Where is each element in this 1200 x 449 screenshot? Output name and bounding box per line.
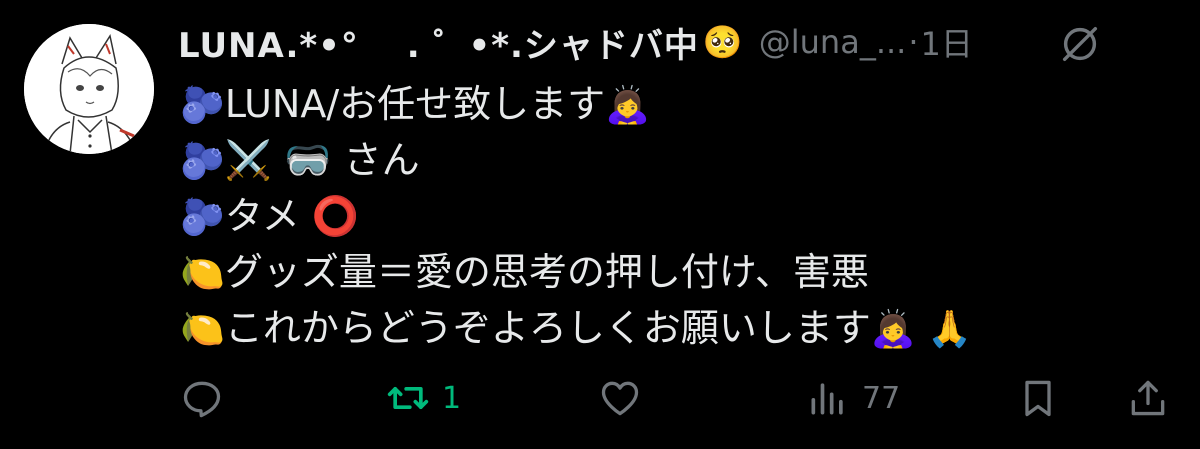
- lemon-emoji: 🍋: [180, 253, 225, 294]
- blueberry-emoji: 🫐: [180, 141, 225, 182]
- avatar[interactable]: [24, 24, 154, 154]
- like-button[interactable]: [598, 366, 654, 430]
- views-button[interactable]: 77: [806, 366, 900, 430]
- lemon-emoji: 🍋: [180, 309, 225, 350]
- avatar-illustration: [24, 24, 154, 154]
- bowing-pray-emoji: 🙇‍♀️ 🙏: [870, 309, 972, 350]
- bookmark-icon: [1025, 380, 1051, 417]
- share-icon: [1131, 380, 1165, 416]
- action-bar: 1 77: [0, 366, 1200, 430]
- retweet-icon: [387, 387, 429, 409]
- post-line-text: ⚔️ 🥽 さん: [224, 138, 420, 182]
- post-time[interactable]: 1日: [921, 19, 973, 65]
- post-line-text: これからどうぞよろしくお願いします: [224, 306, 871, 350]
- grok-button[interactable]: [1052, 16, 1108, 72]
- display-name-emoji: 🥺: [702, 23, 743, 61]
- blueberry-emoji: 🫐: [180, 197, 225, 238]
- post-body: 🫐LUNA/お任せ致します🙇‍♀️ 🫐⚔️ 🥽 さん 🫐タメ ⭕ 🍋グッズ量＝愛…: [180, 76, 1180, 356]
- retweet-count: 1: [442, 380, 462, 416]
- views-icon: [811, 383, 843, 415]
- post: LUNA.*•° . ゜•*.シャドバ中 🥺 @luna_... · 1日 🫐L…: [0, 0, 1200, 449]
- post-line-2: 🫐⚔️ 🥽 さん: [180, 132, 1180, 188]
- retweet-button[interactable]: 1: [386, 366, 461, 430]
- user-handle[interactable]: @luna_...: [759, 23, 907, 61]
- separator-dot: ·: [908, 23, 919, 61]
- post-line-text: LUNA/お任せ致します: [224, 82, 606, 126]
- bowing-emoji: 🙇‍♀️: [605, 85, 650, 126]
- display-name[interactable]: LUNA.*•° . ゜•*.シャドバ中: [178, 18, 699, 67]
- views-count: 77: [862, 380, 901, 416]
- post-line-5: 🍋これからどうぞよろしくお願いします🙇‍♀️ 🙏: [180, 300, 1180, 356]
- post-line-text: タメ ⭕: [224, 194, 360, 238]
- reply-button[interactable]: [180, 366, 236, 430]
- post-header: LUNA.*•° . ゜•*.シャドバ中 🥺 @luna_... · 1日: [178, 14, 973, 70]
- bookmark-button[interactable]: [1016, 366, 1060, 430]
- post-line-text: グッズ量＝愛の思考の押し付け、害悪: [224, 250, 869, 294]
- post-line-4: 🍋グッズ量＝愛の思考の押し付け、害悪: [180, 244, 1180, 300]
- like-icon: [601, 381, 639, 416]
- reply-icon: [183, 381, 221, 418]
- blueberry-emoji: 🫐: [180, 85, 225, 126]
- grok-icon: [1062, 26, 1098, 62]
- share-button[interactable]: [1126, 366, 1170, 430]
- post-line-3: 🫐タメ ⭕: [180, 188, 1180, 244]
- post-line-1: 🫐LUNA/お任せ致します🙇‍♀️: [180, 76, 1180, 132]
